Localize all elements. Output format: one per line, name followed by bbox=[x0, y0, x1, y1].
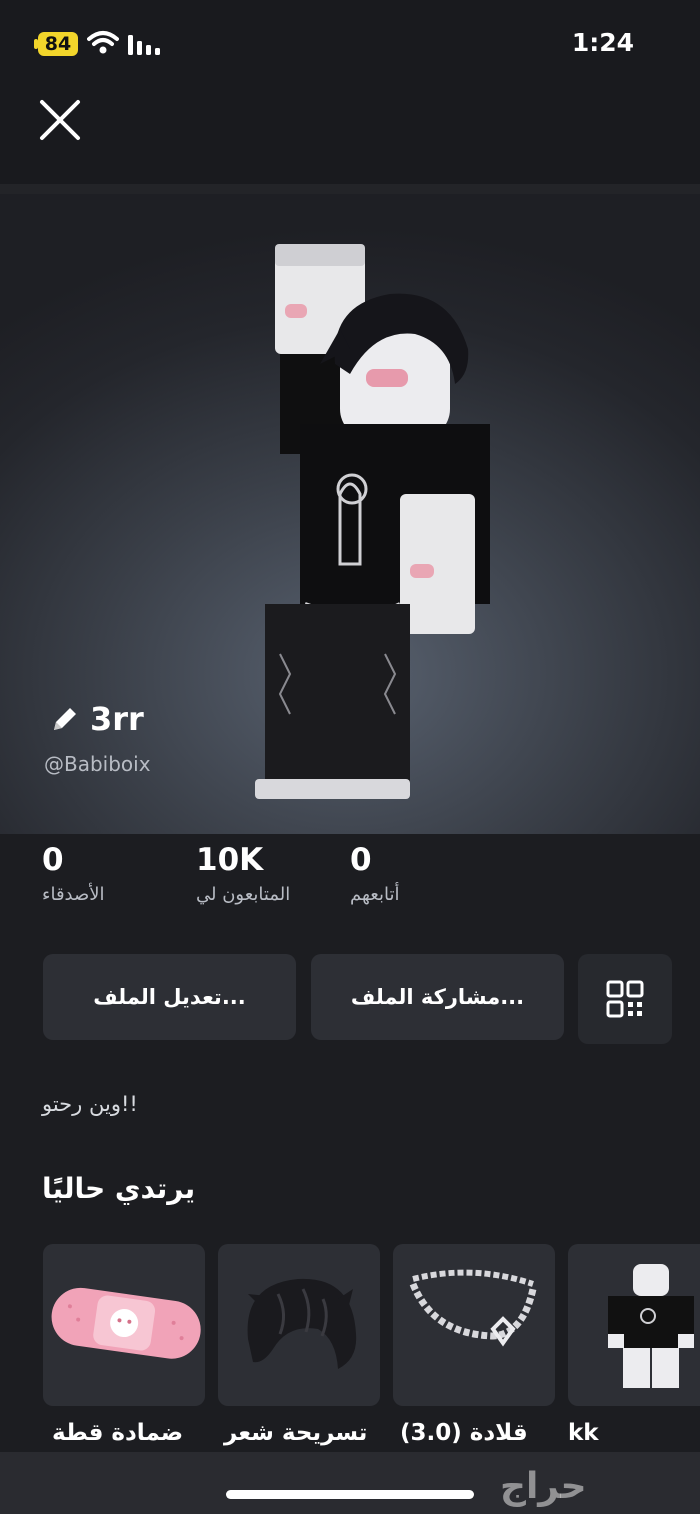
header-divider bbox=[0, 184, 700, 194]
item-label: ضمادة قطة bbox=[52, 1420, 184, 1446]
qr-code-icon bbox=[606, 980, 644, 1018]
battery-indicator: 84 bbox=[38, 32, 78, 56]
wearing-section-title: يرتدي حاليًا bbox=[42, 1172, 196, 1205]
home-indicator[interactable] bbox=[226, 1490, 474, 1499]
stat-label: المتابعون لي bbox=[196, 884, 291, 905]
wifi-icon bbox=[87, 31, 119, 54]
home-bar-area: حراج bbox=[0, 1452, 700, 1514]
status-bar: 84 1:24 bbox=[0, 0, 700, 86]
close-icon[interactable] bbox=[36, 96, 84, 144]
qr-code-button[interactable] bbox=[578, 954, 672, 1044]
stat-friends[interactable]: 0 الأصدقاء bbox=[42, 842, 105, 905]
stat-value: 0 bbox=[42, 842, 64, 878]
item-card-bandage[interactable] bbox=[43, 1244, 205, 1406]
outfit-image bbox=[608, 1264, 694, 1388]
bandage-image bbox=[51, 1287, 201, 1359]
header bbox=[0, 86, 700, 186]
item-card-outfit[interactable] bbox=[568, 1244, 700, 1406]
stat-followers[interactable]: 10K المتابعون لي bbox=[196, 842, 290, 905]
necklace-image bbox=[409, 1269, 537, 1347]
item-card-hair[interactable] bbox=[218, 1244, 380, 1406]
item-card-necklace[interactable] bbox=[393, 1244, 555, 1406]
avatar-image bbox=[255, 244, 490, 799]
item-label: تسريحة شعر bbox=[224, 1420, 368, 1446]
stat-value: 0 bbox=[350, 842, 372, 878]
stat-following[interactable]: 0 أتابعهم bbox=[350, 842, 399, 905]
clock: 1:24 bbox=[571, 28, 634, 57]
avatar-hero bbox=[0, 194, 700, 834]
profile-bio: وين رحتو!! bbox=[42, 1092, 138, 1116]
share-profile-button[interactable]: مشاركة الملف... bbox=[311, 954, 564, 1040]
signal-icon bbox=[128, 35, 160, 55]
watermark: حراج bbox=[500, 1466, 587, 1507]
stat-label: الأصدقاء bbox=[42, 884, 105, 905]
pencil-icon[interactable] bbox=[50, 704, 80, 734]
display-name-text: 3rr bbox=[90, 700, 144, 738]
display-name[interactable]: 3rr bbox=[50, 700, 144, 738]
item-label: kk bbox=[568, 1420, 599, 1446]
stat-value: 10K bbox=[196, 842, 264, 878]
username: @Babiboix bbox=[44, 752, 151, 776]
hair-image bbox=[247, 1278, 357, 1369]
edit-profile-button[interactable]: تعديل الملف... bbox=[43, 954, 296, 1040]
item-label: قلادة (3.0) bbox=[400, 1420, 528, 1446]
stat-label: أتابعهم bbox=[350, 884, 400, 905]
